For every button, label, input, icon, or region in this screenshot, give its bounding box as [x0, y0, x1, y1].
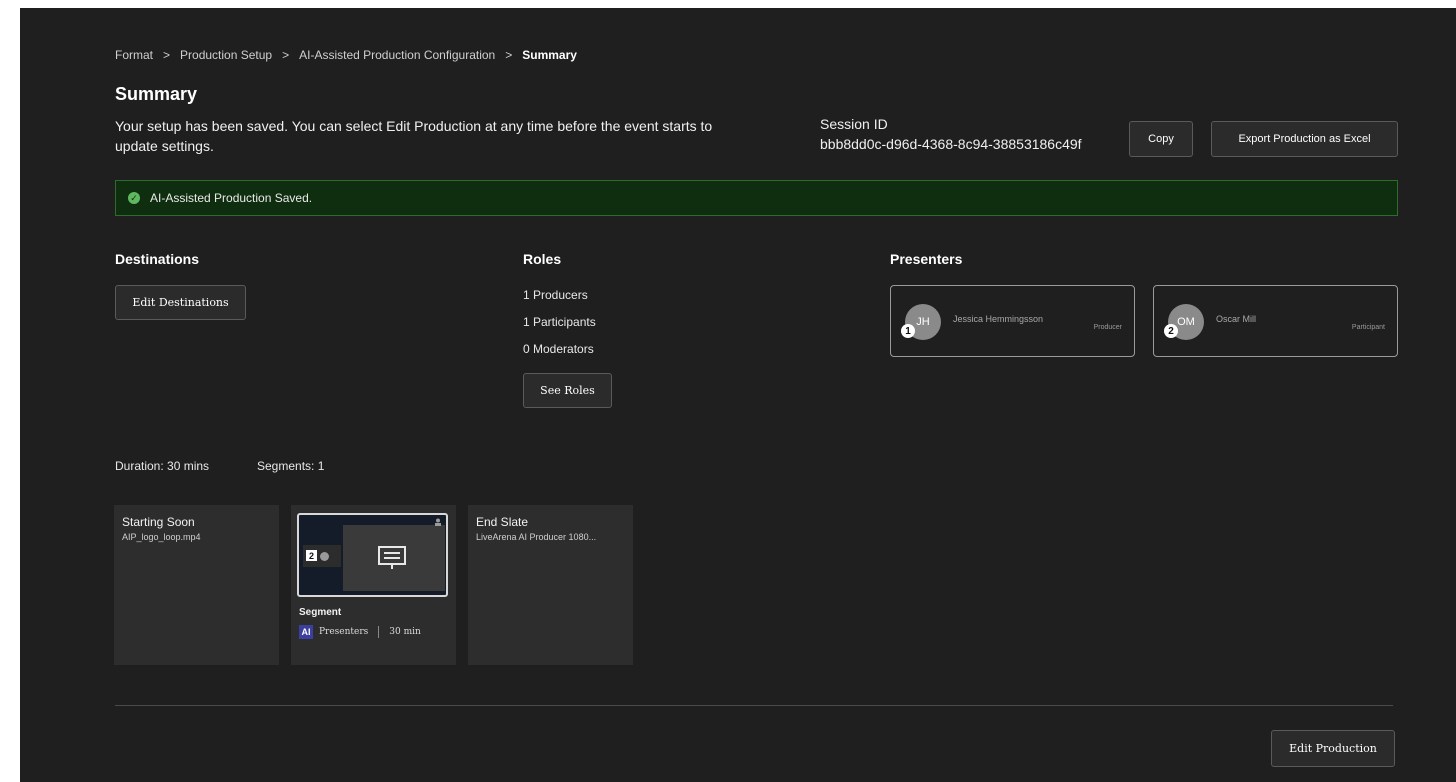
- segment-details: AI Presenters 30 min: [299, 625, 421, 639]
- tile-title: Segment: [299, 607, 342, 618]
- avatar-icon: [320, 552, 329, 561]
- avatar-initials: JH: [916, 316, 930, 328]
- chevron-right-icon: >: [163, 48, 171, 62]
- session-id-value: bbb8dd0c-d96d-4368-8c94-38853186c49f: [820, 136, 1082, 152]
- end-slate-tile[interactable]: End Slate LiveArena AI Producer 1080...: [468, 505, 633, 665]
- breadcrumb-ai-config[interactable]: AI-Assisted Production Configuration: [299, 48, 495, 62]
- avatar: OM 2: [1164, 304, 1204, 340]
- footer-divider: [115, 705, 1393, 706]
- slide-icon: [378, 546, 406, 569]
- presenter-card[interactable]: OM 2 Oscar Mill Participant: [1153, 285, 1398, 357]
- copy-button[interactable]: Copy: [1129, 121, 1193, 157]
- intro-text: Your setup has been saved. You can selec…: [115, 118, 713, 154]
- segments-count: Segments: 1: [257, 459, 325, 473]
- segment-thumbnail: 2: [297, 513, 448, 597]
- saved-banner: ✓ AI-Assisted Production Saved.: [115, 180, 1398, 216]
- presenters-title: Presenters: [890, 251, 963, 267]
- edit-destinations-button[interactable]: Edit Destinations: [115, 285, 246, 320]
- divider: [378, 626, 380, 638]
- duration-text: Duration: 30 mins: [115, 459, 210, 473]
- destinations-title: Destinations: [115, 251, 200, 267]
- check-circle-icon: ✓: [128, 192, 140, 204]
- presenter-name: Oscar Mill: [1216, 314, 1256, 324]
- presenter-placeholder: 2: [303, 545, 341, 567]
- presenter-role: Producer: [1093, 324, 1122, 331]
- segment-presenters: Presenters: [319, 627, 369, 637]
- presenter-order-badge: 1: [901, 324, 915, 338]
- content-placeholder: [343, 525, 445, 591]
- roles-moderators: 0 Moderators: [523, 342, 594, 356]
- breadcrumb-summary: Summary: [522, 48, 577, 62]
- breadcrumb-production-setup[interactable]: Production Setup: [180, 48, 272, 62]
- breadcrumb: Format > Production Setup > AI-Assisted …: [115, 48, 577, 62]
- segment-duration: 30 min: [389, 627, 421, 637]
- segment-tile[interactable]: 2 Segment AI Presenters 30 min: [291, 505, 456, 665]
- page-title: Summary: [115, 84, 198, 104]
- presenter-name: Jessica Hemmingsson: [953, 314, 1044, 324]
- chevron-right-icon: >: [282, 48, 290, 62]
- roles-title: Roles: [523, 251, 562, 267]
- avatar: JH 1: [901, 304, 941, 340]
- tile-subtitle: AIP_logo_loop.mp4: [122, 532, 201, 542]
- tile-title: End Slate: [476, 515, 529, 529]
- presenter-order-badge: 2: [1164, 324, 1178, 338]
- breadcrumb-format[interactable]: Format: [115, 48, 153, 62]
- roles-participants: 1 Participants: [523, 315, 596, 329]
- tile-title: Starting Soon: [122, 515, 195, 529]
- starting-soon-tile[interactable]: Starting Soon AIP_logo_loop.mp4: [114, 505, 279, 665]
- summary-page: Format > Production Setup > AI-Assisted …: [20, 8, 1456, 782]
- chevron-right-icon: >: [505, 48, 513, 62]
- avatar-initials: OM: [1177, 316, 1195, 328]
- ai-badge: AI: [299, 625, 313, 639]
- see-roles-button[interactable]: See Roles: [523, 373, 612, 408]
- tile-subtitle: LiveArena AI Producer 1080...: [476, 532, 597, 542]
- session-id-label: Session ID: [820, 116, 888, 132]
- person-icon: [435, 518, 441, 526]
- roles-producers: 1 Producers: [523, 288, 588, 302]
- segment-badge: 2: [306, 550, 317, 561]
- presenter-role: Participant: [1351, 324, 1385, 331]
- presenter-card[interactable]: JH 1 Jessica Hemmingsson Producer: [890, 285, 1135, 357]
- edit-production-button[interactable]: Edit Production: [1271, 730, 1395, 767]
- export-excel-button[interactable]: Export Production as Excel: [1211, 121, 1398, 157]
- saved-banner-text: AI-Assisted Production Saved.: [150, 191, 313, 205]
